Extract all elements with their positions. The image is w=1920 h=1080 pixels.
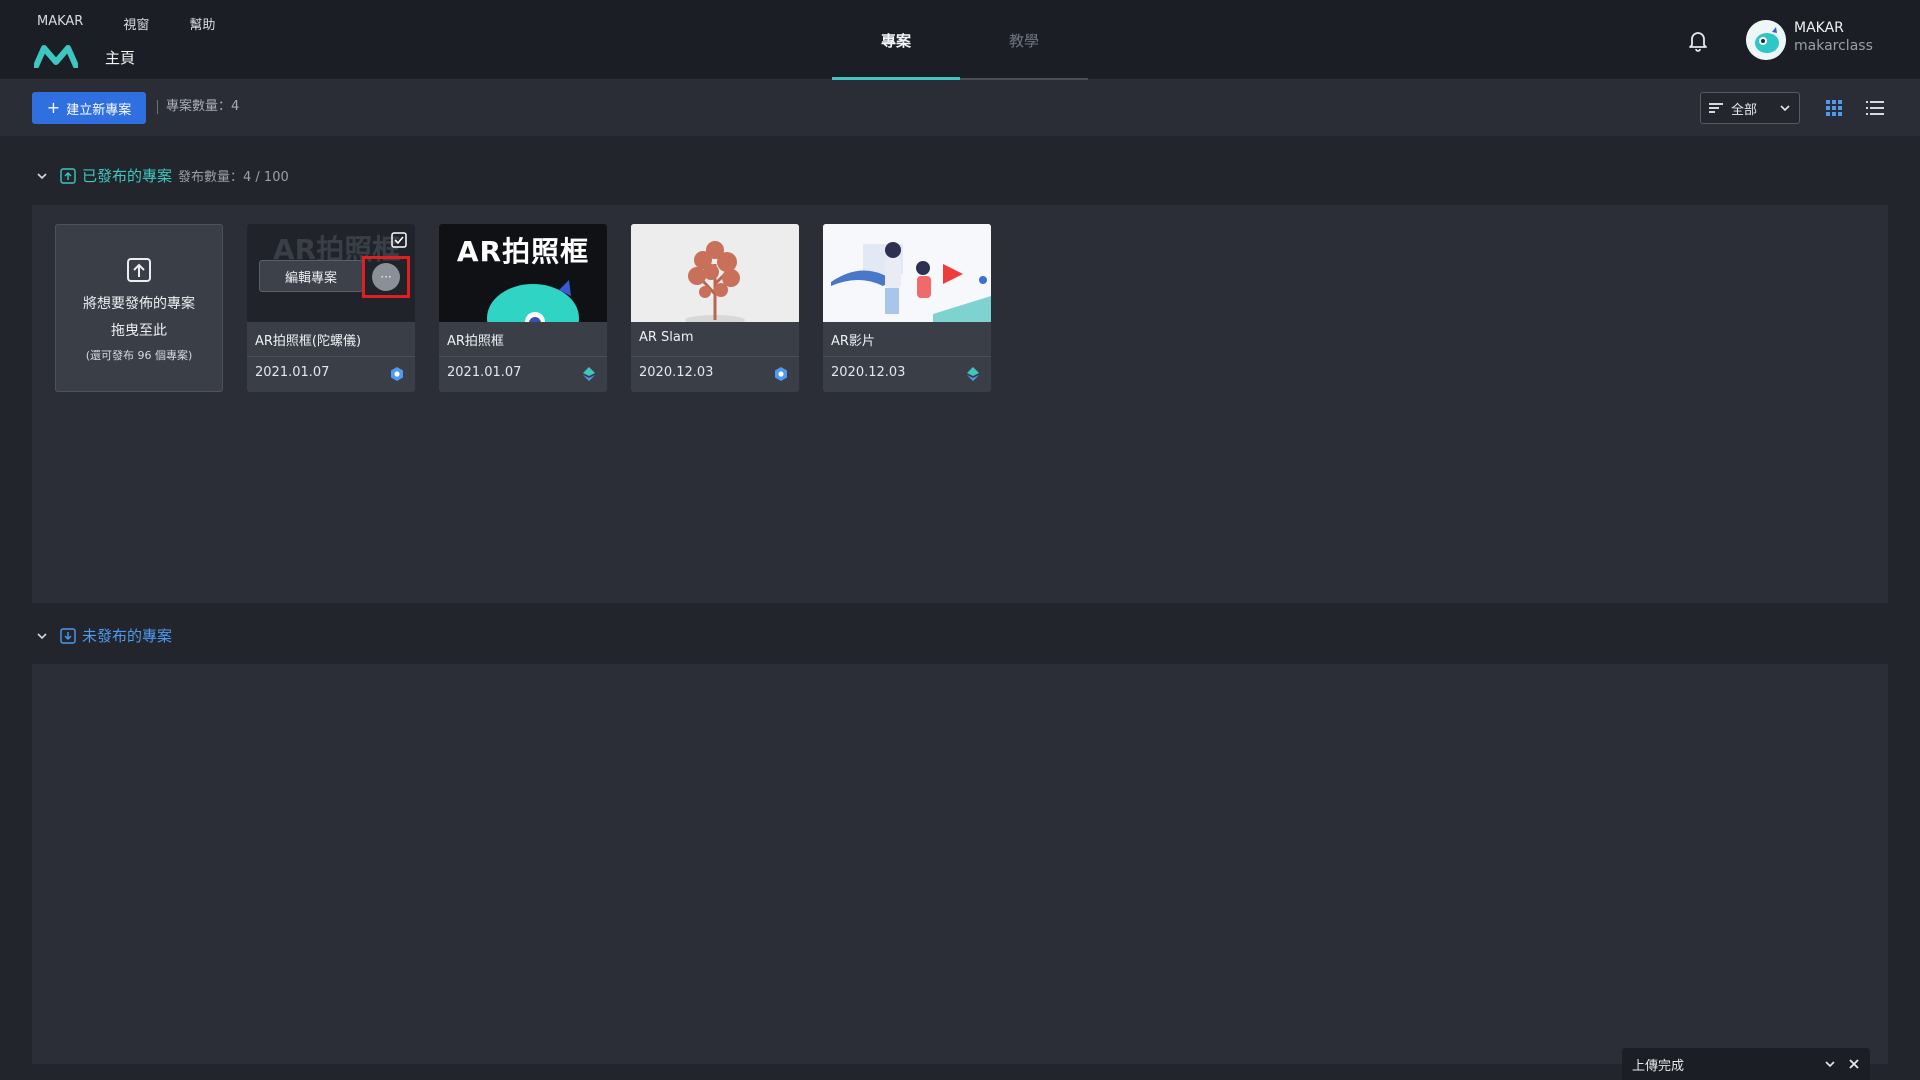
dropzone-line3: (還可發布 96 個專案) (85, 349, 193, 362)
hex-badge-icon (391, 367, 403, 381)
project-card[interactable]: AR影片 2020.12.03 (823, 224, 991, 392)
chevron-down-icon[interactable] (36, 630, 48, 642)
tree-illustration-icon (631, 224, 799, 322)
notification-bell-icon[interactable] (1686, 28, 1710, 52)
new-project-button[interactable]: + 建立新專案 (32, 92, 146, 124)
user-id: makarclass (1794, 38, 1873, 54)
grid-view-icon[interactable] (1826, 100, 1842, 116)
project-card[interactable]: AR拍照框 AR拍照框 2021.01.07 (439, 224, 607, 392)
user-name: MAKAR (1794, 20, 1844, 36)
project-name: AR Slam (639, 330, 694, 345)
unpublished-section-header[interactable]: 未發布的專案 (36, 625, 172, 646)
project-card[interactable]: AR Slam 2020.12.03 (631, 224, 799, 392)
project-thumbnail: AR拍照框 (439, 224, 607, 322)
unpublished-title: 未發布的專案 (82, 627, 173, 645)
project-card[interactable]: AR拍照框 編輯專案 ··· AR拍照框(陀螺儀) 2021.01.07 (247, 224, 415, 392)
menu-help[interactable]: 幫助 (189, 14, 215, 33)
unpublished-panel (32, 664, 1888, 1064)
mascot-illustration-icon (487, 280, 579, 322)
toolbar: + 建立新專案 專案數量：4 全部 (0, 80, 1920, 136)
card-divider (823, 356, 991, 357)
filter-value: 全部 (1731, 102, 1758, 118)
tab-tutorials[interactable]: 教學 (960, 0, 1088, 80)
project-name: AR拍照框(陀螺儀) (255, 334, 362, 349)
home-label[interactable]: 主頁 (105, 47, 135, 68)
makar-logo-icon[interactable] (34, 44, 78, 68)
hex-badge-icon (775, 367, 787, 381)
project-date: 2021.01.07 (447, 365, 522, 380)
upload-status-text: 上傳完成 (1632, 1058, 1685, 1074)
list-view-icon[interactable] (1866, 100, 1884, 116)
publish-dropzone[interactable]: 將想要發佈的專案 拖曳至此 (還可發布 96 個專案) (55, 224, 223, 392)
video-illustration-icon (823, 224, 991, 322)
plus-icon: + (46, 98, 61, 117)
chevron-down-icon (1780, 105, 1790, 112)
project-date: 2021.01.07 (255, 365, 330, 380)
card-divider (631, 356, 799, 357)
top-bar: MAKAR 視窗 幫助 主頁 專案 教學 MAKAR makarclass (0, 0, 1920, 80)
project-thumbnail: AR拍照框 編輯專案 ··· (247, 224, 415, 322)
project-thumbnail (631, 224, 799, 322)
pin-badge-icon (583, 367, 595, 381)
upload-box-icon (127, 258, 151, 282)
published-title: 已發布的專案 (82, 167, 173, 185)
chevron-down-icon[interactable] (36, 170, 48, 182)
main-tabs: 專案 教學 (832, 0, 1088, 80)
upload-status-toast: 上傳完成 (1622, 1048, 1870, 1080)
sort-lines-icon (1709, 103, 1723, 113)
close-icon[interactable] (1848, 1058, 1860, 1070)
published-count: 發布數量：4 / 100 (178, 170, 289, 185)
published-section-header[interactable]: 已發布的專案 發布數量：4 / 100 (36, 165, 289, 186)
project-count: 專案數量：4 (157, 100, 239, 114)
project-name: AR影片 (831, 334, 875, 349)
menu-makar[interactable]: MAKAR (37, 14, 83, 33)
card-divider (439, 356, 607, 357)
project-thumbnail (823, 224, 991, 322)
more-options-highlight: ··· (362, 256, 410, 298)
menu-view[interactable]: 視窗 (123, 14, 149, 33)
filter-select[interactable]: 全部 (1700, 92, 1800, 124)
dropzone-line2: 拖曳至此 (111, 323, 167, 339)
avatar[interactable] (1746, 20, 1786, 60)
pin-badge-icon (967, 367, 979, 381)
more-options-button[interactable]: ··· (372, 263, 400, 291)
edit-project-button[interactable]: 編輯專案 (259, 260, 363, 292)
chevron-down-icon[interactable] (1824, 1058, 1836, 1070)
menu-bar: MAKAR 視窗 幫助 (37, 14, 215, 33)
project-date: 2020.12.03 (639, 365, 714, 380)
card-divider (247, 356, 415, 357)
mascot-avatar-icon (1746, 20, 1786, 60)
dropzone-line1: 將想要發佈的專案 (83, 296, 195, 312)
project-date: 2020.12.03 (831, 365, 906, 380)
tab-projects[interactable]: 專案 (832, 0, 960, 80)
new-project-label: 建立新專案 (66, 102, 132, 118)
download-box-icon (60, 627, 76, 644)
checkbox-checked-icon[interactable] (391, 232, 407, 248)
thumbnail-text: AR拍照框 (456, 235, 590, 268)
project-name: AR拍照框 (447, 334, 504, 349)
publish-upload-icon (60, 167, 76, 184)
